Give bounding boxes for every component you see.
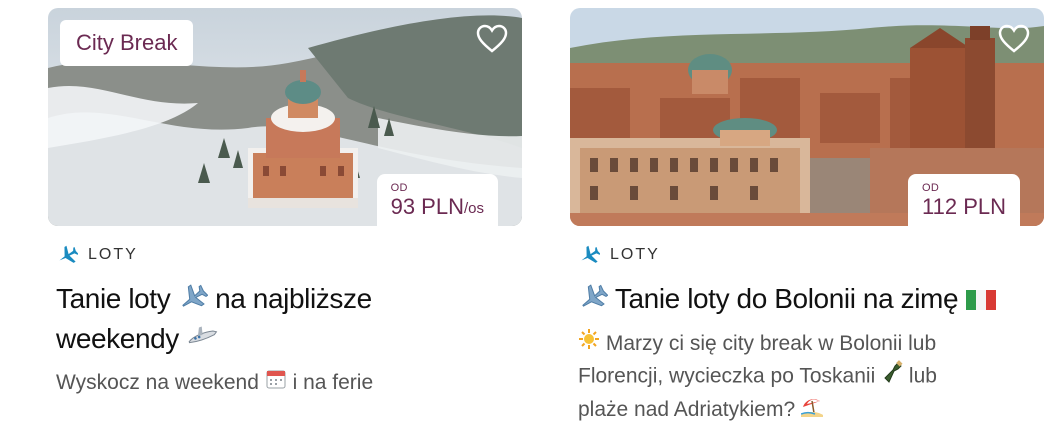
desc-part: lub: [908, 364, 937, 388]
category-text: LOTY: [610, 246, 660, 263]
desc-part: Florencji, wycieczka po Toskanii: [578, 364, 876, 388]
desc-part: Marzy ci się city break w Bolonii lub: [605, 331, 937, 355]
title-part: na najbliższe: [215, 283, 372, 314]
city-break-badge: City Break: [60, 20, 194, 66]
airplane-icon: [581, 245, 600, 263]
desc-part: i na ferie: [292, 371, 374, 395]
category-label: LOTY: [56, 244, 522, 266]
card-image[interactable]: OD 112 PLN: [570, 8, 1044, 226]
category-label: LOTY: [578, 244, 1044, 266]
article-description: Wyskocz na weekend i na ferie: [56, 367, 522, 399]
airplane-emoji: [178, 282, 209, 320]
private-jet-emoji: [186, 321, 218, 359]
article-card-weekend[interactable]: City Break OD 93 PLN/os LOTY Tanie loty …: [48, 8, 522, 400]
article-title[interactable]: Tanie loty na najbliższe weekendy: [56, 280, 522, 359]
airplane-emoji: [578, 282, 609, 320]
price-badge: OD 112 PLN: [908, 174, 1020, 226]
italy-flag-emoji: [965, 282, 996, 320]
price-prefix: OD: [922, 182, 940, 194]
price-prefix: OD: [390, 182, 408, 194]
price-amount: 112 PLN: [922, 194, 1006, 219]
title-part: weekendy: [56, 322, 179, 354]
heart-icon[interactable]: [476, 24, 508, 54]
price-badge: OD 93 PLN/os: [376, 174, 498, 226]
desc-part: Wyskocz na weekend: [56, 371, 259, 395]
heart-icon[interactable]: [998, 24, 1030, 54]
wine-bottle-emoji: [881, 360, 903, 394]
price-amount: 93 PLN: [390, 194, 464, 219]
desc-part: plaże nad Adriatykiem?: [578, 398, 796, 422]
beach-umbrella-emoji: [800, 395, 823, 427]
price-unit: /os: [463, 200, 484, 217]
article-card-bologna[interactable]: OD 112 PLN LOTY Tanie loty do Bolonii na…: [570, 8, 1044, 427]
article-title[interactable]: Tanie loty do Bolonii na zimę: [578, 280, 1044, 320]
title-part: Tanie loty do Bolonii na zimę: [614, 283, 959, 314]
calendar-emoji: [265, 368, 287, 400]
sun-emoji: [578, 328, 600, 360]
airplane-icon: [59, 245, 78, 263]
title-part: Tanie loty: [56, 283, 171, 314]
category-text: LOTY: [88, 246, 138, 263]
card-image[interactable]: City Break OD 93 PLN/os: [48, 8, 522, 226]
article-description: Marzy ci się city break w Bolonii lub Fl…: [578, 328, 1044, 427]
